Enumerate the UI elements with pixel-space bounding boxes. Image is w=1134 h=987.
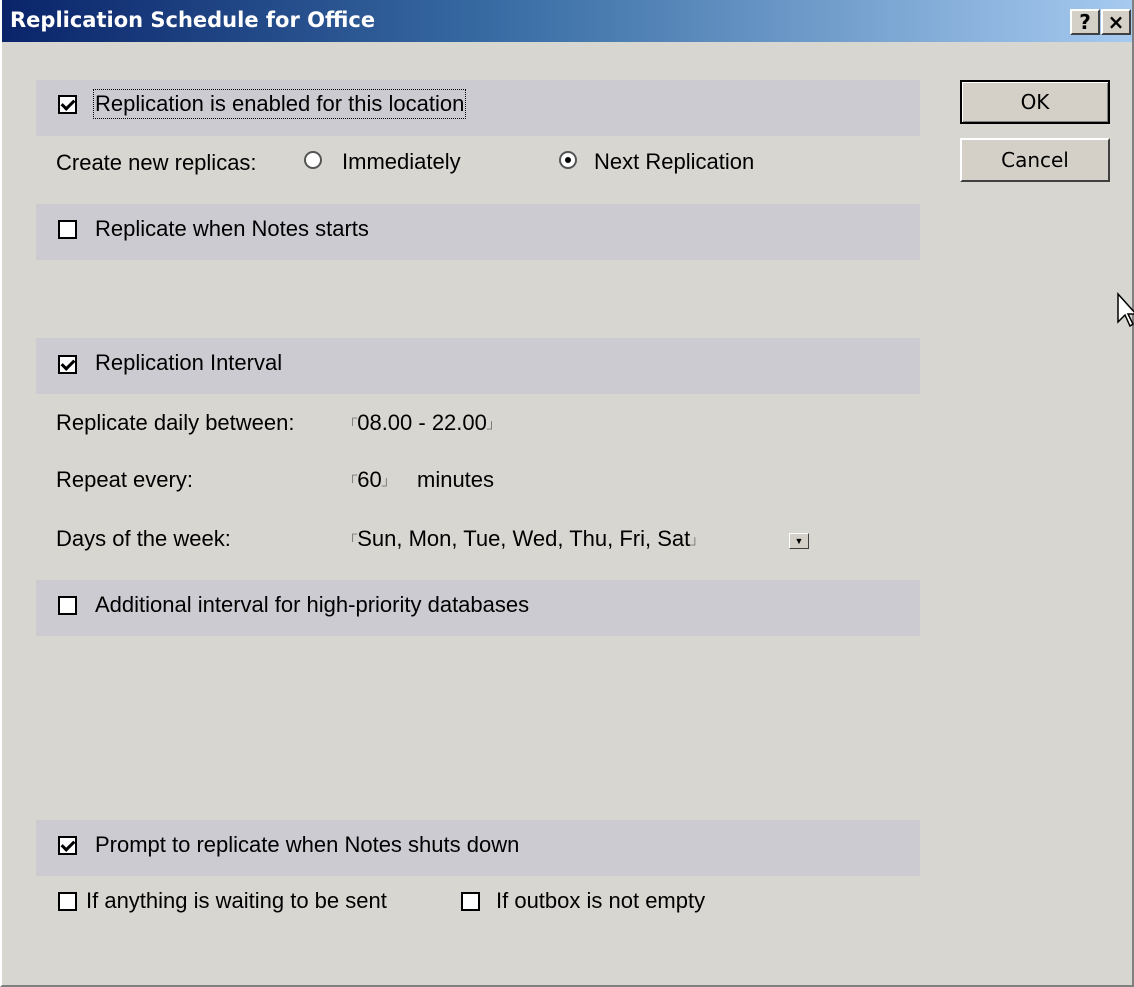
chevron-down-icon: ▼ (794, 536, 804, 546)
replicate-daily-field[interactable]: ┌08.00 - 22.00┘ (348, 410, 496, 436)
repeat-every-value: 60 (357, 467, 382, 492)
replicate-when-starts-checkbox[interactable] (58, 220, 77, 239)
prompt-shutdown-checkbox[interactable] (58, 836, 77, 855)
days-of-week-dropdown[interactable]: ▼ (789, 533, 809, 549)
repeat-every-label: Repeat every: (56, 467, 193, 492)
repeat-every-field[interactable]: ┌60┘ (348, 467, 391, 493)
prompt-shutdown-label[interactable]: Prompt to replicate when Notes shuts dow… (95, 832, 519, 858)
replication-interval-checkbox[interactable] (58, 355, 77, 374)
repeat-every-unit: minutes (417, 467, 495, 492)
title-bar: Replication Schedule for Office ? × (2, 0, 1132, 42)
days-of-week-value: Sun, Mon, Tue, Wed, Thu, Fri, Sat (357, 526, 691, 551)
mouse-pointer-icon (1117, 292, 1134, 328)
if-waiting-checkbox[interactable] (58, 892, 77, 911)
radio-immediately[interactable] (304, 151, 322, 169)
replicate-when-starts-label[interactable]: Replicate when Notes starts (95, 216, 369, 242)
radio-next-replication-label[interactable]: Next Replication (594, 149, 754, 175)
replication-enabled-checkbox[interactable] (58, 95, 77, 114)
replication-schedule-dialog: Replication Schedule for Office ? × OK C… (0, 0, 1134, 987)
if-outbox-checkbox[interactable] (461, 892, 480, 911)
create-new-replicas-label: Create new replicas: (56, 150, 257, 175)
radio-immediately-label[interactable]: Immediately (342, 149, 461, 175)
if-outbox-label[interactable]: If outbox is not empty (496, 888, 705, 914)
replication-enabled-label[interactable]: Replication is enabled for this location (92, 89, 467, 119)
replicate-daily-value: 08.00 - 22.00 (357, 410, 487, 435)
if-waiting-label[interactable]: If anything is waiting to be sent (86, 888, 387, 914)
high-priority-checkbox[interactable] (58, 596, 77, 615)
replication-interval-label[interactable]: Replication Interval (95, 350, 282, 376)
ok-button[interactable]: OK (960, 80, 1110, 124)
days-of-week-label: Days of the week: (56, 526, 231, 551)
window-title: Replication Schedule for Office (10, 8, 376, 32)
days-of-week-field[interactable]: ┌Sun, Mon, Tue, Wed, Thu, Fri, Sat┘ (348, 526, 699, 552)
close-button[interactable]: × (1101, 9, 1131, 35)
high-priority-label[interactable]: Additional interval for high-priority da… (95, 592, 529, 618)
radio-next-replication[interactable] (559, 151, 577, 169)
cancel-button[interactable]: Cancel (960, 138, 1110, 182)
help-button[interactable]: ? (1070, 9, 1100, 35)
replicate-daily-label: Replicate daily between: (56, 410, 295, 435)
